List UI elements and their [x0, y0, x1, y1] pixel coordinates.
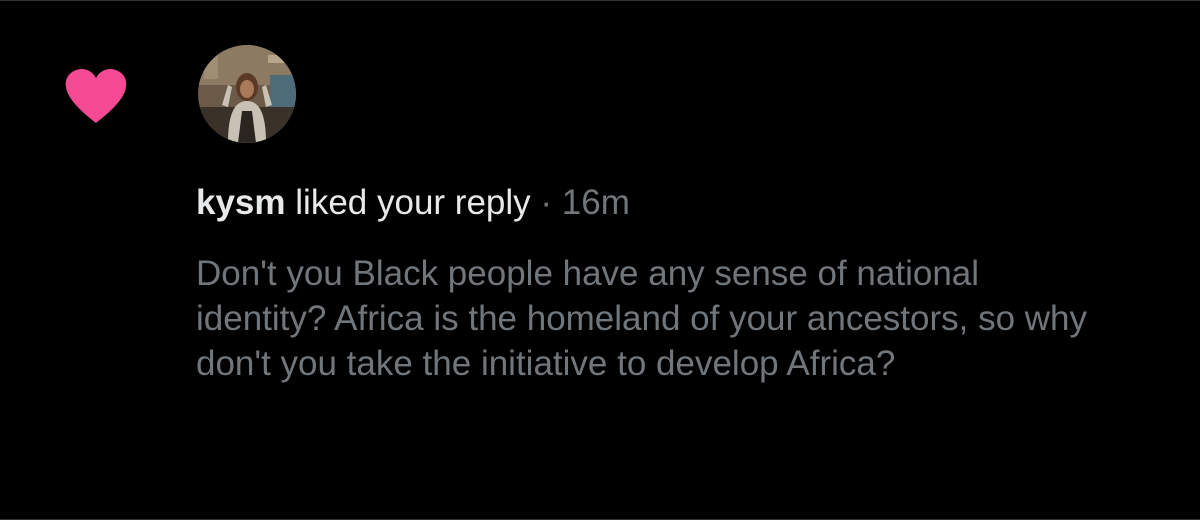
separator: · — [540, 183, 553, 222]
notification-headline: kysm liked your reply · 16m — [196, 181, 630, 225]
avatar[interactable] — [198, 45, 296, 143]
timestamp[interactable]: 16m — [562, 183, 630, 222]
heart-icon — [64, 69, 128, 125]
username-link[interactable]: kysm — [196, 183, 286, 222]
like-notification[interactable]: kysm liked your reply · 16m Don't you Bl… — [0, 0, 1200, 520]
liked-reply-text[interactable]: Don't you Black people have any sense of… — [196, 251, 1116, 386]
action-text: liked your reply — [295, 183, 531, 222]
